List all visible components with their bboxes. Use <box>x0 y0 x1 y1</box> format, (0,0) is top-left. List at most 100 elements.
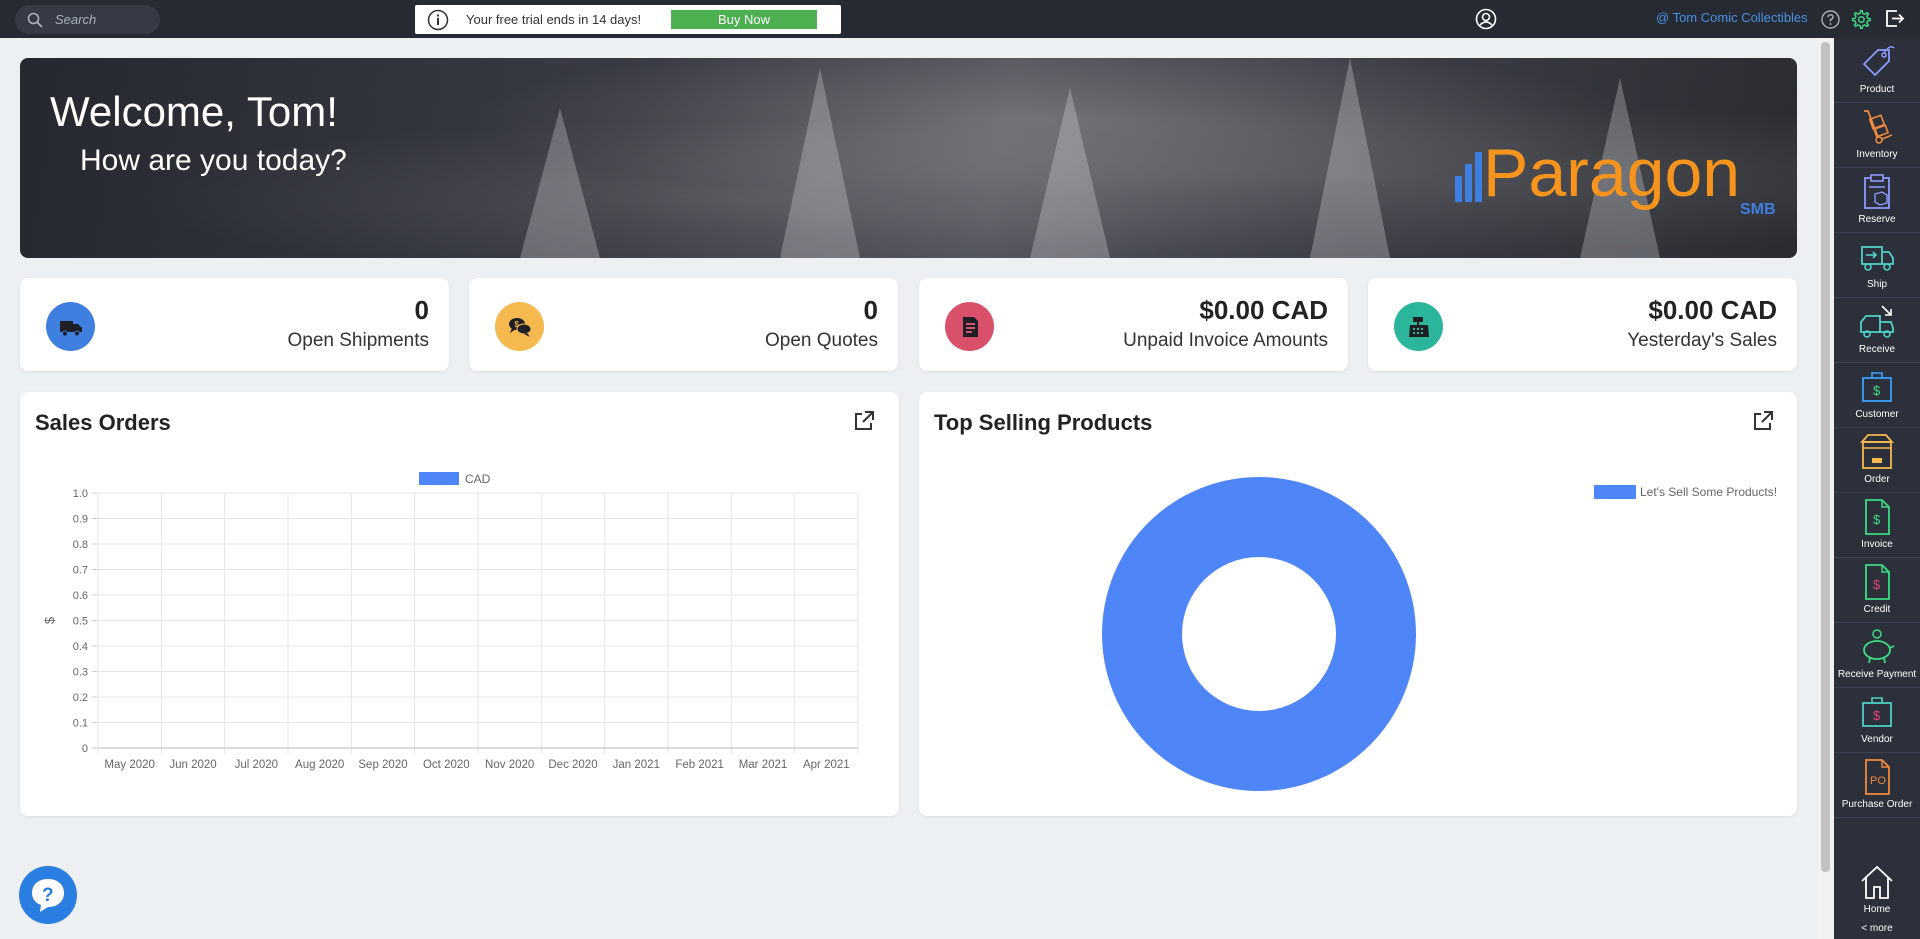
buy-now-button[interactable]: Buy Now <box>671 10 817 29</box>
top-selling-chart: Let's Sell Some Products! <box>1102 477 1777 791</box>
sidebar-item-receive[interactable]: Receive <box>1834 298 1920 363</box>
info-icon <box>427 9 449 30</box>
sidebar-item-credit[interactable]: $ Credit <box>1834 558 1920 623</box>
x-tick-label: Jun 2020 <box>169 759 216 771</box>
y-tick-label: 0.1 <box>73 718 88 730</box>
sidebar-item-vendor[interactable]: $ Vendor <box>1834 688 1920 753</box>
chat-support-button[interactable]: ? <box>19 866 77 924</box>
card-icon-circle <box>1394 302 1443 351</box>
scrollbar-thumb[interactable] <box>1821 42 1830 872</box>
search-box[interactable] <box>15 5 160 34</box>
ship-truck-icon <box>1861 246 1894 271</box>
sidebar-item-inventory[interactable]: Inventory <box>1834 103 1920 168</box>
logo-sub: SMB <box>1740 201 1776 216</box>
y-tick-label: 0.4 <box>73 641 88 653</box>
logout-icon[interactable] <box>1884 8 1905 29</box>
x-tick-label: Aug 2020 <box>295 759 344 771</box>
cash-register-icon <box>1408 316 1429 337</box>
logo-text: Paragon <box>1483 135 1740 211</box>
quote-bubbles-icon: $ <box>508 317 531 337</box>
sidebar-item-home[interactable]: Home <box>1834 858 1920 923</box>
y-tick-label: 0.7 <box>73 565 88 577</box>
x-tick-label: Oct 2020 <box>423 759 470 771</box>
card-label: Yesterday's Sales <box>1627 330 1777 351</box>
trial-text: Your free trial ends in 14 days! <box>466 12 642 27</box>
invoice-icon <box>962 316 978 337</box>
top-bar: Your free trial ends in 14 days! Buy Now… <box>0 0 1920 38</box>
svg-text:?: ? <box>42 885 54 906</box>
page-scrollbar[interactable] <box>1818 38 1834 939</box>
svg-text:$: $ <box>1873 383 1881 398</box>
card-value: $0.00 CAD <box>1199 295 1328 325</box>
clipboard-box-icon <box>1864 174 1890 209</box>
sales-orders-chart: CAD 0 0.1 0.2 0.3 0.4 0.5 0.6 0.7 0.8 0.9 1.0 $ May 2… <box>42 472 859 771</box>
home-icon <box>1861 865 1893 899</box>
sidebar-item-customer[interactable]: $ Customer <box>1834 363 1920 428</box>
sidebar-item-label: Reserve <box>1858 214 1896 225</box>
sidebar-item-label: Credit <box>1863 604 1891 615</box>
sidebar-item-reserve[interactable]: Reserve <box>1834 168 1920 233</box>
stat-card-open-shipments[interactable]: 0 Open Shipments <box>20 278 449 371</box>
sidebar-item-receive-payment[interactable]: Receive Payment <box>1834 623 1920 688</box>
welcome-heading: Welcome, Tom! <box>50 88 338 135</box>
company-link[interactable]: @ Tom Comic Collectibles <box>1656 10 1808 25</box>
x-tick-label: Mar 2021 <box>739 759 788 771</box>
sidebar-item-label: Product <box>1859 84 1895 95</box>
stat-card-open-quotes[interactable]: $ 0 Open Quotes <box>469 278 898 371</box>
piggy-bank-icon <box>1863 629 1895 664</box>
customer-briefcase-icon: $ <box>1862 372 1892 402</box>
sidebar-item-product[interactable]: Product <box>1834 38 1920 103</box>
sidebar-item-label: Receive Payment <box>1837 669 1917 680</box>
card-label: Unpaid Invoice Amounts <box>1123 330 1328 351</box>
sidebar-item-label: Customer <box>1855 409 1899 420</box>
legend-swatch <box>1594 485 1636 499</box>
y-axis-label: $ <box>42 616 57 624</box>
sidebar-more-link[interactable]: < more <box>1834 923 1920 934</box>
gear-icon[interactable] <box>1850 9 1871 30</box>
sidebar-item-ship[interactable]: Ship <box>1834 233 1920 298</box>
user-account-icon[interactable] <box>1475 8 1497 30</box>
y-tick-label: 0.2 <box>73 692 88 704</box>
y-tick-label: 0.8 <box>73 539 88 551</box>
invoice-doc-icon: $ <box>1865 499 1890 535</box>
truck-icon <box>59 320 82 336</box>
sidebar-item-label: Inventory <box>1856 149 1898 160</box>
help-icon[interactable] <box>1821 10 1840 29</box>
vendor-briefcase-icon: $ <box>1862 697 1892 727</box>
y-tick-label: 0.3 <box>73 667 88 679</box>
tree-decoration <box>780 68 860 258</box>
x-tick-label: Nov 2020 <box>485 759 534 771</box>
tree-decoration <box>1030 88 1110 258</box>
paragon-logo: Paragon SMB <box>1455 135 1776 216</box>
card-value: 0 <box>863 295 878 325</box>
sidebar-item-label: Receive <box>1858 344 1896 355</box>
sidebar-item-purchase-order[interactable]: PO Purchase Order <box>1834 753 1920 818</box>
card-value: 0 <box>414 295 429 325</box>
y-tick-label: 0.6 <box>73 590 88 602</box>
stat-card-yesterdays-sales[interactable]: $0.00 CAD Yesterday's Sales <box>1368 278 1797 371</box>
order-store-icon <box>1860 434 1894 469</box>
svg-text:$: $ <box>1873 512 1881 527</box>
chat-question-icon: ? <box>32 879 64 912</box>
x-tick-label: Sep 2020 <box>358 759 407 771</box>
y-tick-label: 0.5 <box>73 616 88 628</box>
sidebar-item-label: Invoice <box>1861 539 1893 550</box>
top-selling-panel: Top Selling Products Let's Sell Some Pro… <box>919 392 1797 816</box>
sidebar-item-order[interactable]: Order <box>1834 428 1920 493</box>
x-tick-label: Apr 2021 <box>803 759 850 771</box>
sidebar-item-label: Home <box>1863 904 1891 915</box>
x-tick-label: Jan 2021 <box>613 759 660 771</box>
svg-text:$: $ <box>1873 577 1881 592</box>
sidebar-item-invoice[interactable]: $ Invoice <box>1834 493 1920 558</box>
card-icon-circle <box>46 302 95 351</box>
x-tick-label: Feb 2021 <box>675 759 724 771</box>
stat-card-unpaid-invoices[interactable]: $0.00 CAD Unpaid Invoice Amounts <box>919 278 1348 371</box>
y-tick-label: 1.0 <box>73 488 88 500</box>
welcome-subtitle: How are you today? <box>80 144 347 177</box>
y-tick-label: 0 <box>82 743 88 755</box>
hand-truck-icon <box>1864 110 1893 144</box>
sales-orders-panel: Sales Orders CAD 0 0.1 0.2 0.3 0.4 0.5 0.6 0.7 0.… <box>20 392 899 816</box>
legend-label: CAD <box>465 472 491 486</box>
search-input[interactable] <box>55 12 145 27</box>
sidebar-item-label: Ship <box>1866 279 1887 290</box>
